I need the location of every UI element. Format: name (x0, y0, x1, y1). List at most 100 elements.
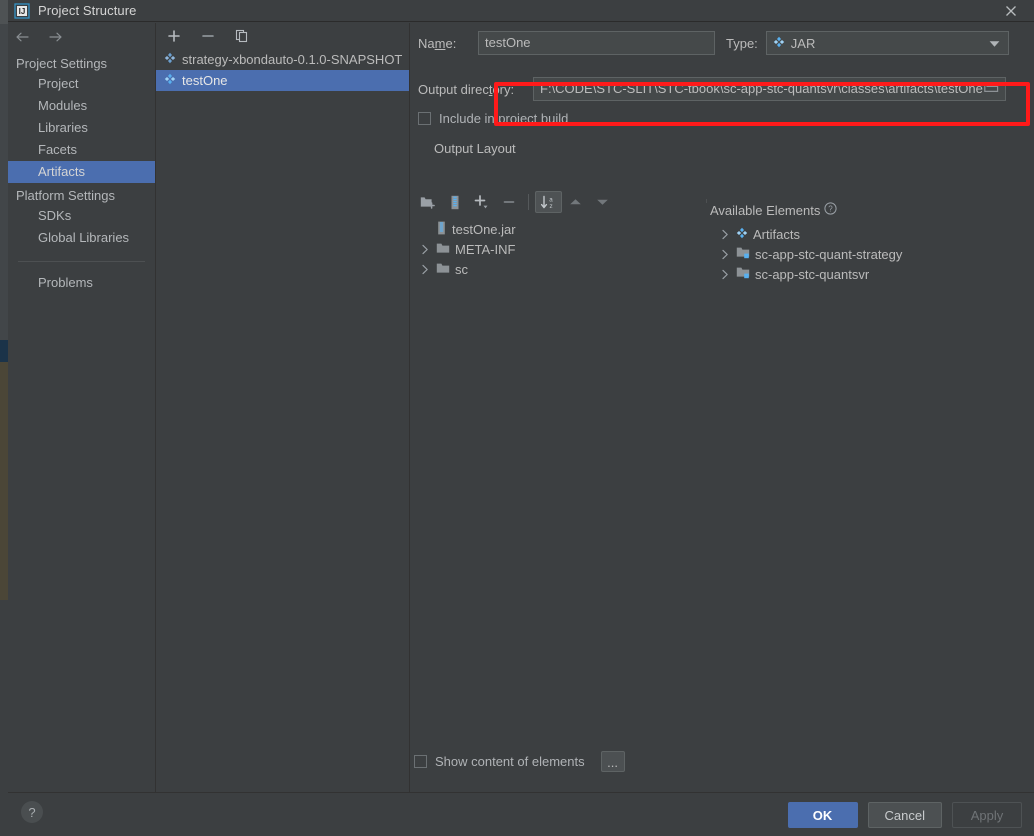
output-layout-toolbar: a z (414, 190, 616, 214)
panel-splitter[interactable] (706, 199, 707, 203)
artifact-list-item[interactable]: strategy-xbondauto-0.1.0-SNAPSHOT (156, 49, 409, 70)
sidebar-item-modules[interactable]: Modules (8, 95, 155, 117)
type-dropdown-value: JAR (790, 35, 816, 51)
output-directory-label: Output directory: (418, 81, 515, 97)
type-field-row: Type: JAR (726, 31, 1009, 55)
chevron-right-icon[interactable] (718, 268, 731, 281)
help-icon[interactable]: ? (21, 801, 43, 823)
sidebar-item-problems[interactable]: Problems (8, 272, 155, 294)
tree-row-label: testOne.jar (452, 221, 516, 237)
archive-icon[interactable] (441, 191, 468, 213)
artifact-editor-panel: Name: testOne Type: JAR Output directory… (410, 23, 1034, 792)
plus-dropdown-icon[interactable] (468, 191, 495, 213)
archive-icon (436, 221, 447, 238)
artifact-list-item-label: testOne (182, 73, 228, 88)
type-label: Type: (726, 35, 758, 51)
name-input-value: testOne (485, 35, 531, 50)
sidebar-group-platform-settings: Platform Settings (16, 188, 115, 203)
dialog-button-group: OK Cancel Apply (787, 802, 1022, 828)
artifact-list-item-label: strategy-xbondauto-0.1.0-SNAPSHOT (182, 52, 403, 67)
arrow-down-icon[interactable] (589, 191, 616, 213)
sidebar-item-facets[interactable]: Facets (8, 139, 155, 161)
output-layout-tree: testOne.jar META-INF sc (418, 219, 708, 279)
arrow-right-icon[interactable] (46, 28, 64, 46)
tree-row-label: sc-app-stc-quantsvr (755, 266, 870, 282)
name-field-row: Name: testOne (418, 31, 715, 55)
sidebar-item-libraries[interactable]: Libraries (8, 117, 155, 139)
folder-icon (436, 242, 450, 257)
show-content-checkbox[interactable] (414, 755, 427, 768)
more-options-button[interactable]: ... (600, 751, 625, 772)
close-icon[interactable] (988, 0, 1034, 22)
arrow-up-icon[interactable] (562, 191, 589, 213)
include-in-build-label: Include in project build (439, 111, 569, 126)
dialog-titlebar: IJ Project Structure (8, 0, 1034, 22)
artifact-list-panel: strategy-xbondauto-0.1.0-SNAPSHOT testOn… (156, 23, 410, 792)
toolbar-divider (528, 194, 529, 210)
tree-row-label: sc (455, 261, 468, 277)
artifact-icon (736, 227, 748, 242)
available-elements-tree: Artifacts sc-app-stc-quant-strategy sc-a… (718, 224, 1030, 284)
output-directory-input[interactable]: F:\CODE\STC-SLIT\STC-tbook\sc-app-stc-qu… (533, 77, 1006, 101)
minus-icon[interactable] (495, 191, 522, 213)
sidebar-group-project-settings: Project Settings (16, 56, 108, 71)
minus-icon[interactable] (198, 26, 218, 46)
artifact-icon (773, 36, 785, 51)
artifact-icon (164, 73, 176, 88)
bg-strip-3 (0, 340, 8, 362)
artifact-list-item-selected[interactable]: testOne (156, 70, 409, 91)
name-label-accel: m (434, 35, 446, 51)
show-content-row: Show content of elements ... (414, 751, 625, 772)
bg-strip-2 (0, 24, 8, 340)
include-in-build-accel: b (540, 111, 549, 126)
copy-icon[interactable] (232, 26, 252, 46)
project-structure-dialog: IJ Project Structure Project Settings Pr… (8, 0, 1034, 836)
sidebar-item-artifacts[interactable]: Artifacts (8, 161, 155, 183)
artifact-list-toolbar (156, 23, 409, 49)
cancel-button[interactable]: Cancel (867, 802, 942, 828)
new-folder-icon[interactable] (414, 191, 441, 213)
folder-browse-icon[interactable] (984, 78, 999, 100)
available-elements-label: Available Elements (710, 202, 821, 218)
tree-row[interactable]: sc (418, 259, 708, 279)
sidebar-navigation (8, 23, 155, 51)
help-circle-icon[interactable]: ? (824, 202, 837, 218)
arrow-left-icon[interactable] (14, 28, 32, 46)
sidebar-item-sdks[interactable]: SDKs (8, 205, 155, 227)
module-icon (736, 246, 750, 262)
output-directory-label-accel: t (488, 81, 493, 97)
include-in-build-checkbox[interactable] (418, 112, 431, 125)
chevron-right-icon[interactable] (418, 243, 431, 256)
settings-sidebar: Project Settings Project Modules Librari… (8, 23, 156, 792)
output-layout-label: Output Layout (434, 141, 516, 156)
show-content-label: Show content of elements (435, 754, 585, 769)
tree-row[interactable]: META-INF (418, 239, 708, 259)
type-dropdown[interactable]: JAR (765, 31, 1009, 55)
dialog-title: Project Structure (38, 3, 137, 18)
include-in-build-checkbox-row[interactable]: Include in project build (418, 111, 568, 126)
tree-row[interactable]: testOne.jar (418, 219, 708, 239)
tree-row-label: Artifacts (753, 226, 800, 242)
dialog-footer: ? OK Cancel Apply (8, 792, 1034, 836)
bg-strip-1 (0, 0, 8, 24)
output-directory-row: Output directory: F:\CODE\STC-SLIT\STC-t… (418, 77, 1006, 101)
sort-az-icon[interactable]: a z (535, 191, 562, 213)
plus-icon[interactable] (164, 26, 184, 46)
tree-row[interactable]: Artifacts (718, 224, 1030, 244)
sidebar-item-global-libraries[interactable]: Global Libraries (8, 227, 155, 249)
chevron-right-icon[interactable] (418, 263, 431, 276)
chevron-right-icon[interactable] (718, 228, 731, 241)
ok-button[interactable]: OK (787, 802, 858, 828)
apply-button[interactable]: Apply (952, 802, 1022, 828)
tree-row-label: META-INF (455, 241, 516, 257)
module-icon (736, 266, 750, 282)
name-input[interactable]: testOne (478, 31, 715, 55)
tree-row[interactable]: sc-app-stc-quant-strategy (718, 244, 1030, 264)
artifact-icon (164, 52, 176, 67)
available-elements-panel: Available Elements ? Artifacts sc-app-st… (710, 199, 1030, 284)
available-elements-header: Available Elements ? (710, 199, 1030, 221)
chevron-right-icon[interactable] (718, 248, 731, 261)
tree-row[interactable]: sc-app-stc-quantsvr (718, 264, 1030, 284)
sidebar-item-project[interactable]: Project (8, 73, 155, 95)
bg-strip-5 (0, 600, 8, 836)
